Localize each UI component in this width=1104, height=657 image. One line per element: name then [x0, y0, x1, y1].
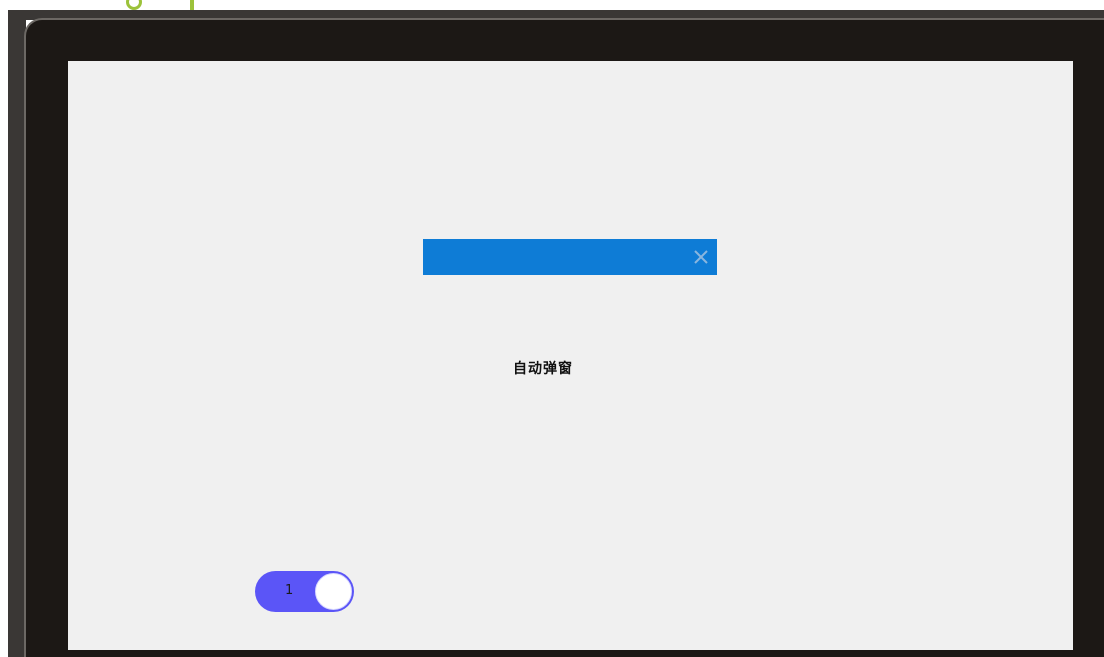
popup-title-bar: [423, 239, 717, 275]
close-icon[interactable]: [691, 247, 711, 267]
decoration-circle: [126, 0, 142, 10]
toggle-knob[interactable]: [315, 573, 352, 610]
app-window: 自动弹窗 1: [0, 0, 1104, 657]
toggle-label: 1: [285, 583, 294, 598]
decoration-bar: [190, 0, 194, 10]
toggle-switch[interactable]: 1: [255, 571, 354, 612]
device-screen: 自动弹窗 1: [68, 61, 1073, 650]
popup-message: 自动弹窗: [513, 361, 573, 377]
